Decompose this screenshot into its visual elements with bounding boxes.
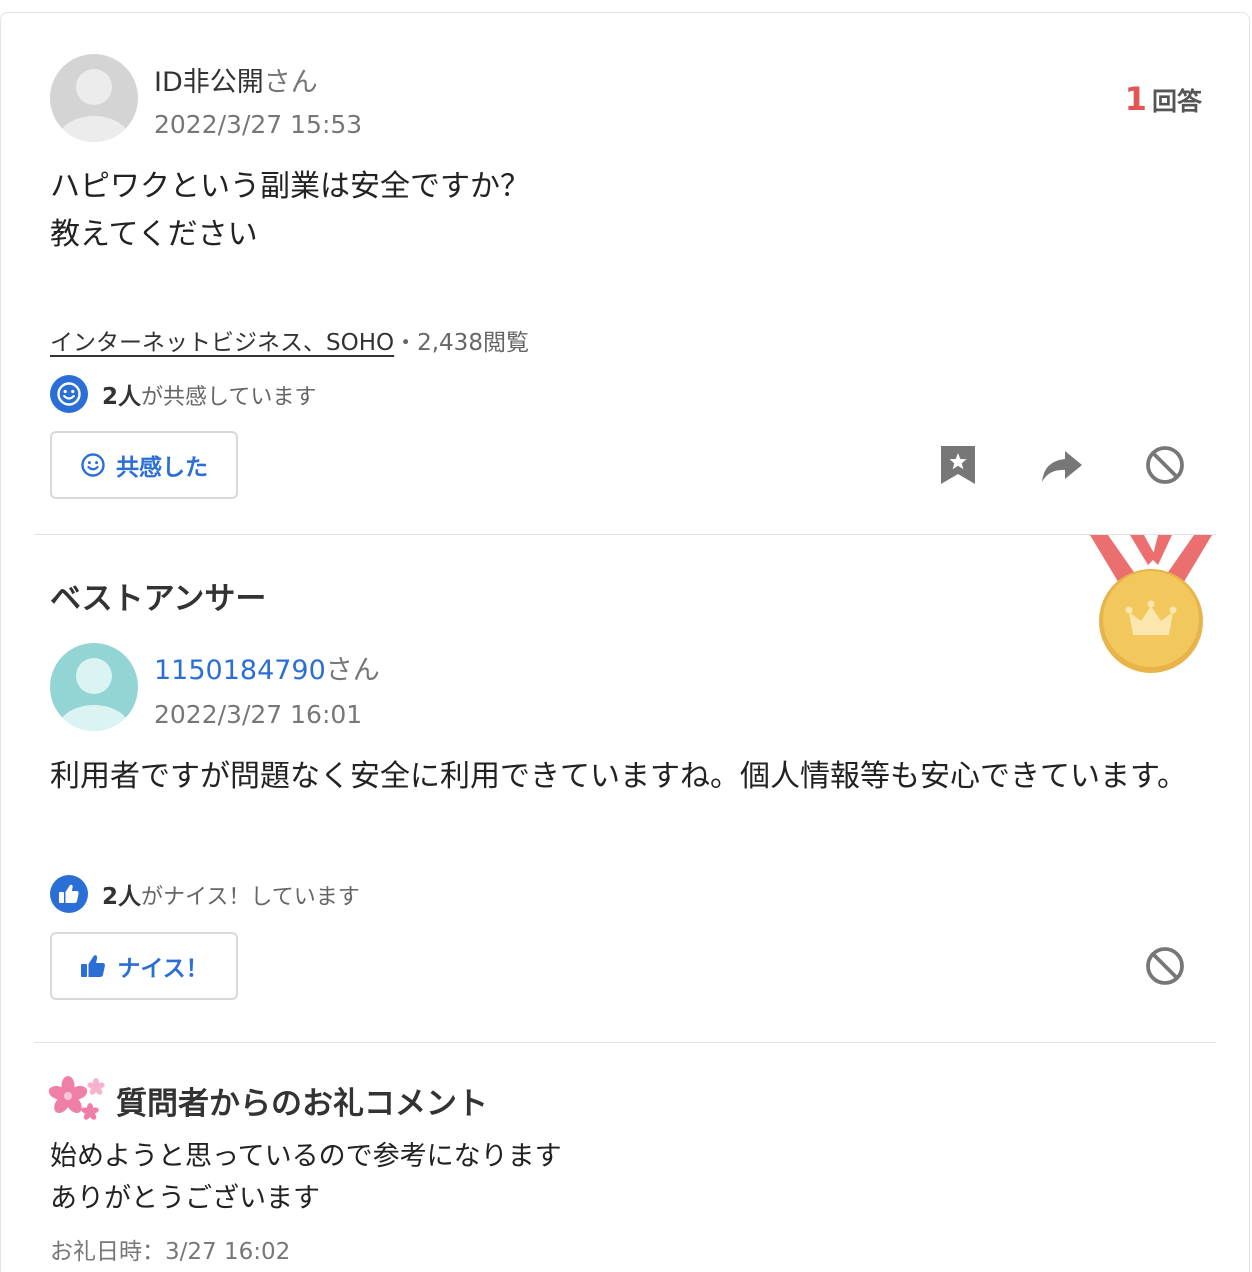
answer-body: 利用者ですが問題なく安全に利用できていますね。個人情報等も安心できています。 xyxy=(50,759,1187,794)
category-link[interactable]: インターネットビジネス、SOHO xyxy=(50,330,394,356)
thanks-line: ありがとうございます xyxy=(50,1183,320,1214)
section-divider xyxy=(34,1042,1216,1043)
question-body: ハピワクという副業は安全ですか？ 教えてください xyxy=(50,163,1200,259)
default-avatar-icon xyxy=(50,54,138,142)
question-meta: インターネットビジネス、SOHO・2,438閲覧 xyxy=(50,323,529,357)
block-icon xyxy=(1146,446,1184,484)
bookmark-icon xyxy=(941,446,975,484)
answer-count-number: 1 xyxy=(1124,80,1147,118)
nice-text: 2人がナイス！しています xyxy=(102,877,360,911)
honorific: さん xyxy=(325,655,380,686)
medal-icon xyxy=(1086,535,1216,679)
smile-icon xyxy=(50,375,88,413)
question-line: 教えてください xyxy=(50,217,258,252)
answerer-name: 1150184790さん xyxy=(154,648,380,687)
empathy-button[interactable]: 共感した xyxy=(50,431,238,499)
question-date: 2022/3/27 15:53 xyxy=(154,110,363,139)
block-button[interactable] xyxy=(1145,946,1185,990)
nice-count: 2人 xyxy=(102,884,142,910)
questioner-id: ID非公開 xyxy=(154,67,264,98)
block-button[interactable] xyxy=(1145,445,1185,489)
empathy-count: 2人 xyxy=(102,384,142,410)
answerer-link[interactable]: 1150184790 xyxy=(154,655,326,686)
thanks-date: お礼日時：3/27 16:02 xyxy=(50,1239,291,1265)
answerer-avatar[interactable] xyxy=(50,643,138,731)
thanks-line: 始めようと思っているので参考になります xyxy=(50,1141,562,1172)
answer-count[interactable]: 1 回答 xyxy=(1125,80,1202,118)
smile-outline-icon xyxy=(81,453,105,477)
empathy-button-label: 共感した xyxy=(116,455,208,481)
answer-count-label: 回答 xyxy=(1151,87,1202,116)
questioner-name: ID非公開さん xyxy=(154,60,318,99)
share-button[interactable] xyxy=(1040,448,1084,488)
nice-suffix: がナイス！しています xyxy=(141,885,360,910)
nice-button-label: ナイス！ xyxy=(117,956,209,982)
questioner-avatar[interactable] xyxy=(50,54,138,142)
section-divider xyxy=(34,534,1216,535)
thumbs-up-icon xyxy=(50,875,88,913)
sakura-icon xyxy=(48,1074,110,1128)
thanks-body: 始めようと思っているので参考になります ありがとうございます xyxy=(50,1136,562,1220)
default-avatar-icon xyxy=(50,643,138,731)
empathy-text: 2人が共感しています xyxy=(102,377,316,411)
block-icon xyxy=(1146,947,1184,985)
empathy-suffix: が共感しています xyxy=(141,385,317,410)
honorific: さん xyxy=(263,67,318,98)
thanks-heading: 質問者からのお礼コメント xyxy=(116,1086,488,1122)
bookmark-button[interactable] xyxy=(938,444,978,490)
nice-button[interactable]: ナイス！ xyxy=(50,932,238,1000)
answer-date: 2022/3/27 16:01 xyxy=(154,700,363,729)
share-icon xyxy=(1042,451,1082,482)
question-line: ハピワクという副業は安全ですか？ xyxy=(50,169,530,204)
best-answer-heading: ベストアンサー xyxy=(50,581,267,617)
view-count: ・2,438閲覧 xyxy=(394,330,529,356)
thumbs-up-icon xyxy=(81,955,106,977)
nice-summary: 2人がナイス！しています xyxy=(50,875,360,913)
empathy-summary: 2人が共感しています xyxy=(50,375,316,413)
